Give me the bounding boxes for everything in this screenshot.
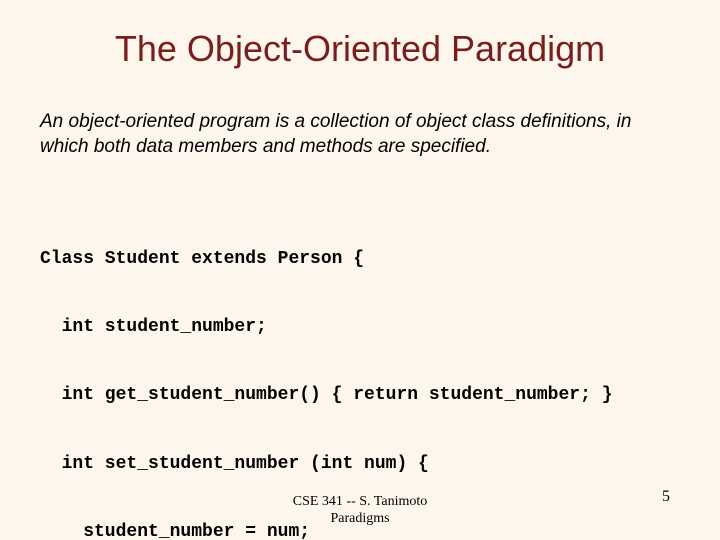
- page-number: 5: [662, 488, 670, 506]
- code-block: Class Student extends Person { int stude…: [40, 207, 680, 540]
- footer-text: CSE 341 -- S. Tanimoto Paradigms: [210, 494, 510, 528]
- code-line: Class Student extends Person {: [40, 249, 364, 269]
- code-line: int student_number;: [40, 317, 267, 337]
- slide: The Object-Oriented Paradigm An object-o…: [0, 0, 720, 540]
- footer: CSE 341 -- S. Tanimoto Paradigms 5: [0, 494, 720, 528]
- footer-line2: Paradigms: [210, 511, 510, 528]
- footer-line1: CSE 341 -- S. Tanimoto: [210, 494, 510, 511]
- intro-paragraph: An object-oriented program is a collecti…: [40, 110, 680, 159]
- code-line: int set_student_number (int num) {: [40, 454, 429, 474]
- slide-title: The Object-Oriented Paradigm: [40, 28, 680, 70]
- code-line: int get_student_number() { return studen…: [40, 385, 613, 405]
